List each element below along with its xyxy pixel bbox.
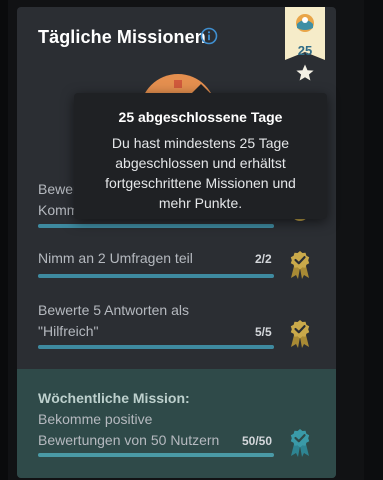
mission-2-label: Nimm an 2 Umfragen teil [38, 250, 193, 266]
mission-2-count: 2/2 [255, 252, 272, 266]
weekly-mission-progress-fill [38, 453, 274, 457]
weekly-mission-label-line1: Bekomme positive [38, 411, 153, 427]
tooltip-title: 25 abgeschlossene Tage [118, 109, 283, 125]
mission-3-count: 5/5 [255, 325, 272, 339]
weekly-mission-label-line2: Bewertungen von 50 Nutzern [38, 432, 220, 448]
weekly-mission-title: Wöchentliche Mission: [38, 390, 190, 406]
star-icon [296, 64, 314, 81]
weekly-mission-complete-badge-icon [290, 429, 310, 457]
streak-ribbon[interactable] [285, 7, 325, 68]
mission-3-complete-badge-icon [290, 320, 310, 348]
tooltip-body: Du hast mindestens 25 Tage abgeschlossen… [105, 135, 296, 211]
daily-missions-card: Tägliche Missionen 25 Bewerte Komm Nimm … [17, 7, 336, 478]
mission-2-progress-fill [38, 274, 274, 278]
weekly-mission-progress-bar [38, 453, 274, 457]
streak-tooltip: 25 abgeschlossene Tage Du hast mindesten… [74, 84, 327, 219]
card-title: Tägliche Missionen [38, 27, 206, 47]
mission-1-progress-bar [38, 224, 274, 228]
mission-2-progress-bar [38, 274, 274, 278]
weekly-mission-count: 50/50 [242, 434, 273, 448]
mission-1-progress-fill [38, 224, 274, 228]
mission-3-progress-bar [38, 345, 274, 349]
mission-3-label-line1: Bewerte 5 Antworten als [38, 302, 189, 318]
streak-days-count: 25 [297, 43, 313, 58]
mission-3-progress-fill [38, 345, 274, 349]
page-left-edge [0, 0, 8, 480]
mission-2-complete-badge-icon [290, 251, 310, 279]
info-icon[interactable] [200, 27, 218, 45]
mission-1-label-line2: Komm [38, 202, 79, 218]
tooltip-arrow [192, 84, 210, 93]
page-right-edge [364, 0, 383, 480]
mission-3-label-line2: "Hilfreich" [38, 323, 99, 339]
